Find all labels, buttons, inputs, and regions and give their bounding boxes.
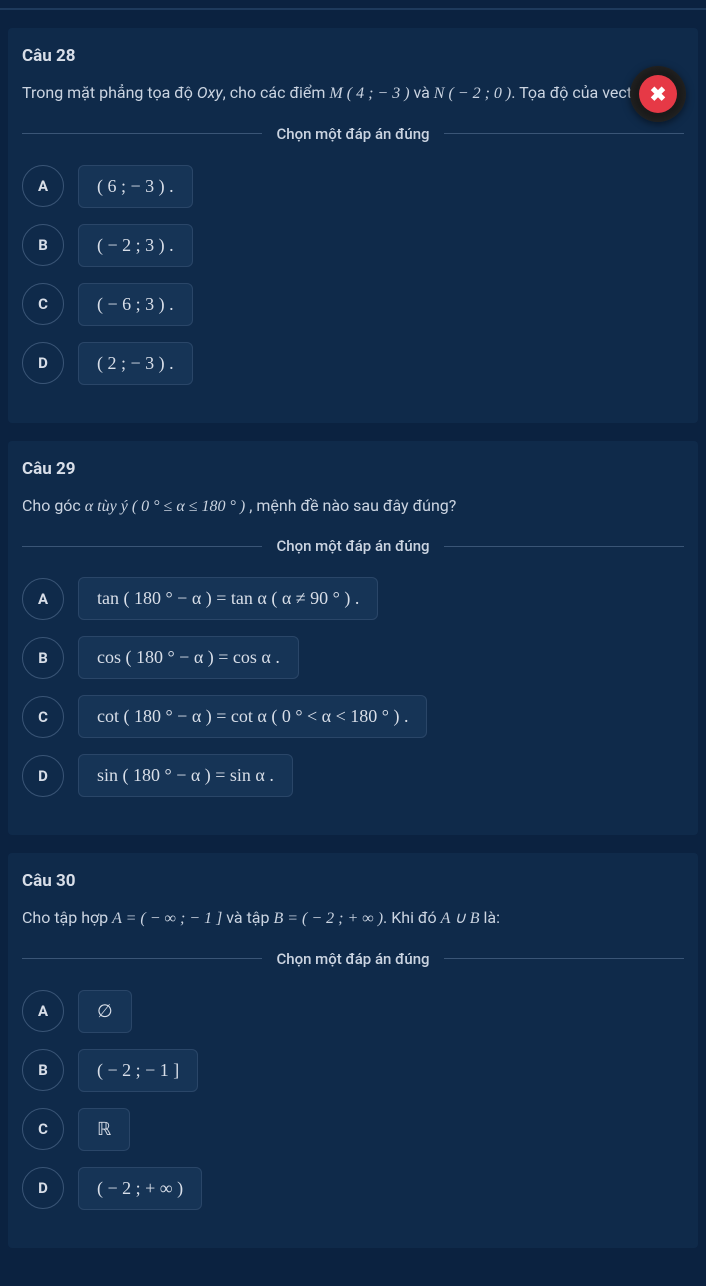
q30-option-D[interactable]: D ( − 2 ; + ∞ ) (22, 1167, 684, 1210)
option-letter-D[interactable]: D (22, 755, 64, 797)
divider-line-right (444, 958, 684, 959)
question-28-text: Trong mặt phẳng tọa độ Oxy, cho các điểm… (22, 80, 684, 107)
q30-option-B-content[interactable]: ( − 2 ; − 1 ] (78, 1049, 198, 1092)
divider: Chọn một đáp án đúng (22, 125, 684, 143)
q30-option-A-content[interactable]: ∅ (78, 990, 132, 1033)
question-29-title: Câu 29 (22, 459, 684, 479)
option-letter-A[interactable]: A (22, 990, 64, 1032)
choose-label: Chọn một đáp án đúng (262, 537, 443, 555)
option-letter-C[interactable]: C (22, 283, 64, 325)
q30-option-D-content[interactable]: ( − 2 ; + ∞ ) (78, 1167, 202, 1210)
question-29-card: Câu 29 Cho góc α tùy ý ( 0 ° ≤ α ≤ 180 °… (8, 441, 698, 836)
bottom-gap (0, 1266, 706, 1286)
close-icon: ✖ (639, 75, 677, 113)
q28-option-B-content[interactable]: ( − 2 ; 3 ) . (78, 224, 193, 267)
choose-label: Chọn một đáp án đúng (262, 950, 443, 968)
question-30-title: Câu 30 (22, 871, 684, 891)
top-bar (0, 0, 706, 10)
q28-option-C[interactable]: C ( − 6 ; 3 ) . (22, 283, 684, 326)
q29-option-B[interactable]: B cos ( 180 ° − α ) = cos α . (22, 636, 684, 679)
divider-line-right (444, 133, 684, 134)
q29-option-A-content[interactable]: tan ( 180 ° − α ) = tan α ( α ≠ 90 ° ) . (78, 577, 378, 620)
q28-mid: , cho các điểm (223, 83, 330, 102)
q30-option-C[interactable]: C ℝ (22, 1108, 684, 1151)
q29-prefix: Cho góc (22, 496, 85, 515)
q28-oxy: Oxy (197, 83, 223, 102)
q30-vatap: và tập (222, 908, 273, 927)
question-28-title: Câu 28 (22, 46, 684, 66)
option-letter-C[interactable]: C (22, 1108, 64, 1150)
divider: Chọn một đáp án đúng (22, 950, 684, 968)
divider: Chọn một đáp án đúng (22, 537, 684, 555)
q29-suffix: , mệnh đề nào sau đây đúng? (249, 496, 456, 515)
option-letter-D[interactable]: D (22, 342, 64, 384)
q28-option-D[interactable]: D ( 2 ; − 3 ) . (22, 342, 684, 385)
question-30-text: Cho tập hợp A = ( − ∞ ; − 1 ] và tập B =… (22, 905, 684, 932)
divider-line-left (22, 546, 262, 547)
q30-setA: A = ( − ∞ ; − 1 ] (112, 910, 222, 927)
divider-line-left (22, 958, 262, 959)
q30-la: là: (480, 908, 500, 927)
q30-union: A ∪ B (441, 910, 480, 927)
option-letter-A[interactable]: A (22, 165, 64, 207)
question-30-card: Câu 30 Cho tập hợp A = ( − ∞ ; − 1 ] và … (8, 853, 698, 1248)
q30-option-A[interactable]: A ∅ (22, 990, 684, 1033)
q28-option-A[interactable]: A ( 6 ; − 3 ) . (22, 165, 684, 208)
q30-setB: B = ( − 2 ; + ∞ ) (273, 910, 383, 927)
q29-range: ( 0 ° ≤ α ≤ 180 ° ) (128, 498, 249, 515)
q28-option-A-content[interactable]: ( 6 ; − 3 ) . (78, 165, 193, 208)
option-letter-B[interactable]: B (22, 1049, 64, 1091)
q30-prefix: Cho tập hợp (22, 908, 112, 927)
q30-khido: . Khi đó (383, 908, 441, 927)
q29-option-D-content[interactable]: sin ( 180 ° − α ) = sin α . (78, 754, 293, 797)
q28-option-C-content[interactable]: ( − 6 ; 3 ) . (78, 283, 193, 326)
q29-option-C[interactable]: C cot ( 180 ° − α ) = cot α ( 0 ° < α < … (22, 695, 684, 738)
question-28-card: ✖ Câu 28 Trong mặt phẳng tọa độ Oxy, cho… (8, 28, 698, 423)
question-29-text: Cho góc α tùy ý ( 0 ° ≤ α ≤ 180 ° ) , mệ… (22, 493, 684, 520)
option-letter-B[interactable]: B (22, 637, 64, 679)
q28-suffix: . Tọa độ của vectơ (511, 83, 641, 102)
close-floating-button[interactable]: ✖ (630, 66, 686, 122)
divider-line-left (22, 133, 262, 134)
q30-option-C-content[interactable]: ℝ (78, 1108, 130, 1151)
option-letter-C[interactable]: C (22, 696, 64, 738)
q29-alpha: α tùy ý (85, 498, 128, 515)
q28-va: và (410, 83, 434, 102)
q28-prefix: Trong mặt phẳng tọa độ (22, 83, 197, 102)
q28-option-B[interactable]: B ( − 2 ; 3 ) . (22, 224, 684, 267)
q29-option-B-content[interactable]: cos ( 180 ° − α ) = cos α . (78, 636, 299, 679)
q28-option-D-content[interactable]: ( 2 ; − 3 ) . (78, 342, 193, 385)
q29-option-D[interactable]: D sin ( 180 ° − α ) = sin α . (22, 754, 684, 797)
choose-label: Chọn một đáp án đúng (262, 125, 443, 143)
q29-option-C-content[interactable]: cot ( 180 ° − α ) = cot α ( 0 ° < α < 18… (78, 695, 427, 738)
option-letter-B[interactable]: B (22, 224, 64, 266)
q30-option-B[interactable]: B ( − 2 ; − 1 ] (22, 1049, 684, 1092)
q29-option-A[interactable]: A tan ( 180 ° − α ) = tan α ( α ≠ 90 ° )… (22, 577, 684, 620)
option-letter-D[interactable]: D (22, 1167, 64, 1209)
q28-pointM: M ( 4 ; − 3 ) (329, 85, 409, 102)
option-letter-A[interactable]: A (22, 578, 64, 620)
divider-line-right (444, 546, 684, 547)
q28-pointN: N ( − 2 ; 0 ) (434, 85, 511, 102)
